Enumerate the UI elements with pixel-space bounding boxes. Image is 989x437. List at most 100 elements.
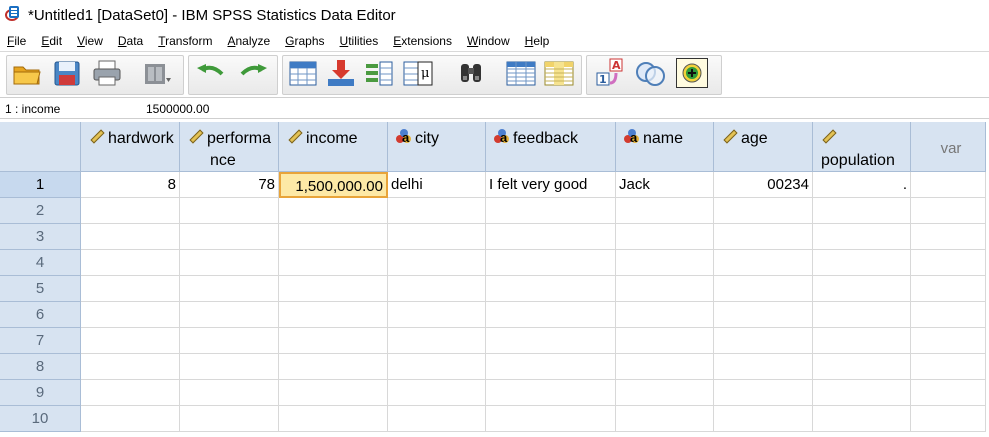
- data-cell[interactable]: [911, 380, 986, 406]
- data-cell[interactable]: [279, 198, 388, 224]
- data-cell[interactable]: [714, 406, 813, 432]
- data-cell[interactable]: [81, 250, 180, 276]
- data-cell[interactable]: [279, 276, 388, 302]
- data-cell[interactable]: [714, 250, 813, 276]
- data-cell[interactable]: 8: [81, 172, 180, 198]
- data-cell[interactable]: [81, 380, 180, 406]
- row-header[interactable]: 3: [0, 224, 81, 250]
- column-header-feedback[interactable]: a feedback: [486, 122, 616, 172]
- data-cell[interactable]: [81, 328, 180, 354]
- data-cell[interactable]: [388, 224, 486, 250]
- data-cell[interactable]: [911, 224, 986, 250]
- data-cell[interactable]: [911, 354, 986, 380]
- data-cell[interactable]: [180, 380, 279, 406]
- data-cell[interactable]: [486, 354, 616, 380]
- data-cell[interactable]: [911, 302, 986, 328]
- add-extension-icon[interactable]: [676, 58, 708, 88]
- data-cell[interactable]: delhi: [388, 172, 486, 198]
- row-header[interactable]: 7: [0, 328, 81, 354]
- menu-window[interactable]: Window: [460, 34, 518, 48]
- data-cell[interactable]: [714, 276, 813, 302]
- data-cell[interactable]: [813, 354, 911, 380]
- data-cell[interactable]: [180, 328, 279, 354]
- row-header[interactable]: 6: [0, 302, 81, 328]
- selected-data-cell[interactable]: 1,500,000.00: [279, 172, 388, 198]
- column-header-age[interactable]: age: [714, 122, 813, 172]
- data-cell[interactable]: [388, 302, 486, 328]
- menu-help[interactable]: Help: [518, 34, 558, 48]
- cell-reference-field[interactable]: 1 : income: [2, 100, 140, 118]
- data-cell[interactable]: [714, 224, 813, 250]
- data-cell[interactable]: [911, 276, 986, 302]
- data-cell[interactable]: [813, 302, 911, 328]
- data-cell[interactable]: [714, 198, 813, 224]
- data-cell[interactable]: [486, 250, 616, 276]
- use-sets-icon[interactable]: [634, 58, 668, 88]
- data-cell[interactable]: [486, 406, 616, 432]
- column-header-var[interactable]: var: [911, 122, 986, 172]
- row-header[interactable]: 5: [0, 276, 81, 302]
- data-cell[interactable]: [616, 198, 714, 224]
- data-cell[interactable]: [911, 328, 986, 354]
- data-cell[interactable]: [279, 302, 388, 328]
- data-cell[interactable]: [714, 354, 813, 380]
- data-cell[interactable]: [616, 224, 714, 250]
- data-cell[interactable]: [81, 276, 180, 302]
- data-cell[interactable]: Jack: [616, 172, 714, 198]
- data-cell[interactable]: [279, 354, 388, 380]
- data-cell[interactable]: [486, 380, 616, 406]
- data-cell[interactable]: [81, 406, 180, 432]
- data-cell[interactable]: [388, 198, 486, 224]
- data-cell[interactable]: [616, 328, 714, 354]
- data-cell[interactable]: 00234: [714, 172, 813, 198]
- data-cell[interactable]: [388, 250, 486, 276]
- variables-icon[interactable]: [362, 58, 396, 88]
- data-cell[interactable]: I felt very good: [486, 172, 616, 198]
- menu-analyze[interactable]: Analyze: [220, 34, 278, 48]
- data-cell[interactable]: [813, 406, 911, 432]
- data-cell[interactable]: [616, 302, 714, 328]
- data-cell[interactable]: [180, 198, 279, 224]
- data-cell[interactable]: [180, 276, 279, 302]
- spss-app-icon[interactable]: [4, 6, 22, 24]
- redo-icon[interactable]: [236, 58, 270, 88]
- data-cell[interactable]: [714, 302, 813, 328]
- column-header-income[interactable]: income: [279, 122, 388, 172]
- column-header-performance[interactable]: performa nce: [180, 122, 279, 172]
- data-cell[interactable]: [911, 250, 986, 276]
- save-icon[interactable]: [50, 58, 84, 88]
- data-cell[interactable]: 78: [180, 172, 279, 198]
- data-cell[interactable]: [388, 354, 486, 380]
- column-header-population[interactable]: population: [813, 122, 911, 172]
- goto-variable-icon[interactable]: [324, 58, 358, 88]
- data-cell[interactable]: [616, 406, 714, 432]
- data-cell[interactable]: [486, 302, 616, 328]
- row-header[interactable]: 8: [0, 354, 81, 380]
- data-cell[interactable]: .: [813, 172, 911, 198]
- menu-view[interactable]: View: [70, 34, 111, 48]
- column-header-name[interactable]: a name: [616, 122, 714, 172]
- column-header-city[interactable]: a city: [388, 122, 486, 172]
- data-cell[interactable]: [616, 380, 714, 406]
- data-cell[interactable]: [813, 198, 911, 224]
- menu-file[interactable]: File: [0, 34, 34, 48]
- menu-utilities[interactable]: Utilities: [333, 34, 387, 48]
- data-cell[interactable]: [81, 302, 180, 328]
- menu-extensions[interactable]: Extensions: [386, 34, 460, 48]
- dialog-recall-icon[interactable]: [140, 58, 174, 88]
- run-descriptives-icon[interactable]: μ: [400, 58, 434, 88]
- grid-corner[interactable]: [0, 122, 81, 172]
- data-cell[interactable]: [180, 354, 279, 380]
- data-cell[interactable]: [616, 354, 714, 380]
- data-cell[interactable]: [486, 198, 616, 224]
- data-cell[interactable]: [180, 302, 279, 328]
- goto-case-icon[interactable]: [286, 58, 320, 88]
- data-cell[interactable]: [714, 380, 813, 406]
- data-cell[interactable]: [813, 380, 911, 406]
- insert-cases-icon[interactable]: [504, 58, 538, 88]
- row-header[interactable]: 2: [0, 198, 81, 224]
- value-labels-icon[interactable]: A1: [594, 58, 628, 88]
- data-cell[interactable]: [279, 224, 388, 250]
- data-cell[interactable]: [279, 250, 388, 276]
- menu-graphs[interactable]: Graphs: [278, 34, 332, 48]
